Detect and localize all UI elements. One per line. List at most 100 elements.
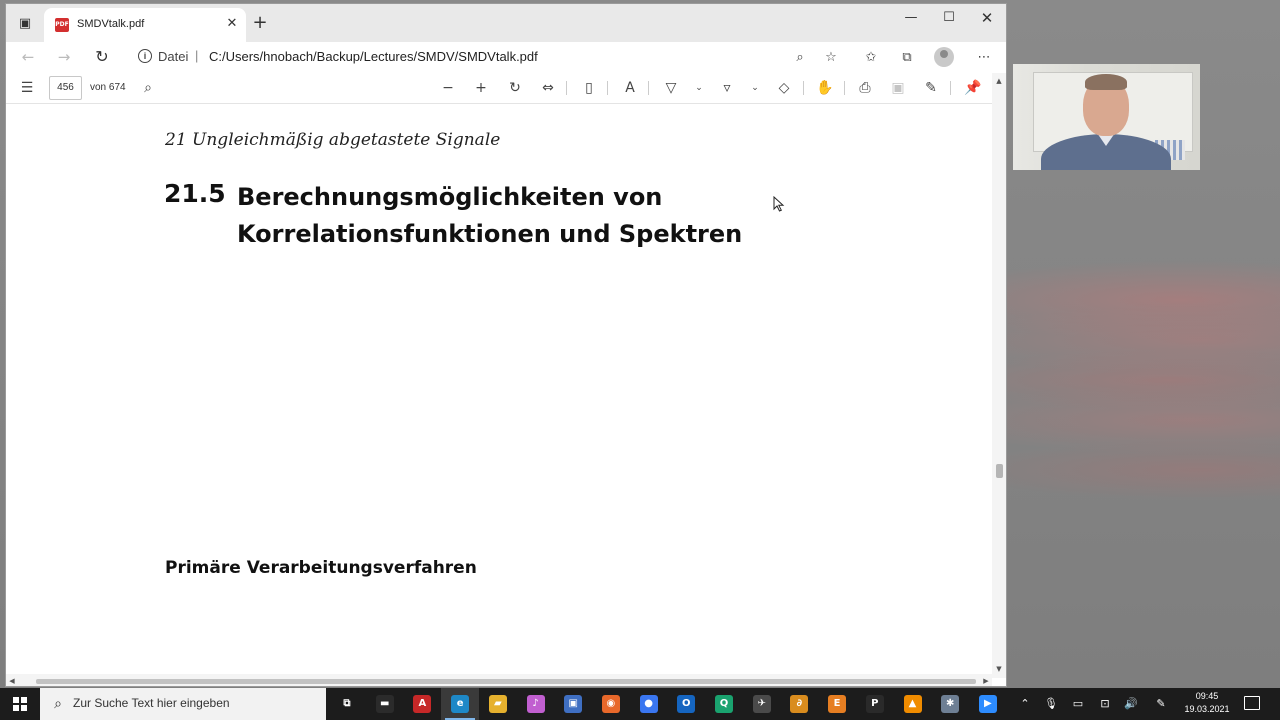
favorites-icon[interactable]: ✩ [861,48,881,68]
horizontal-scroll-thumb[interactable] [36,679,976,684]
refresh-icon[interactable]: ↻ [90,46,114,68]
url-path[interactable]: C:/Users/hnobach/Backup/Lectures/SMDV/SM… [209,49,538,64]
highlight-options-chevron-icon[interactable]: ⌄ [744,78,766,98]
tab-smdvtalk[interactable]: PDF SMDVtalk.pdf ✕ [44,8,246,42]
network-icon[interactable]: ⊡ [1097,696,1113,712]
taskbar-app-e-app[interactable]: E [818,688,856,720]
taskbar-app-terminal[interactable]: ▬ [366,688,404,720]
show-hidden-icons-icon[interactable]: ⌃ [1017,696,1033,712]
draw-icon[interactable]: ▽ [660,78,682,98]
toolbar-divider [607,81,608,95]
print-icon[interactable]: ⎙ [854,78,876,98]
taskbar-app-gear-app[interactable]: ✱ [931,688,969,720]
taskbar-app-green-app[interactable]: Q [705,688,743,720]
webcam-overlay [1013,64,1200,170]
rotate-icon[interactable]: ↻ [504,78,526,98]
forward-icon[interactable]: → [52,46,76,68]
file-explorer-icon: ▰ [488,695,507,713]
scroll-left-icon[interactable]: ◀ [6,674,18,686]
zoom-indicator-icon[interactable]: ⌕ [790,48,810,68]
touch-hand-icon[interactable]: ✋ [814,78,836,98]
tab-close-icon[interactable]: ✕ [224,16,240,32]
pen-icon[interactable]: ✎ [1153,696,1169,712]
maximize-button[interactable]: ☐ [930,4,968,32]
taskbar-app-edge[interactable]: e [441,688,480,720]
info-icon[interactable]: i [138,49,152,63]
acrobat-icon: A [413,695,432,713]
page-view-icon[interactable]: ▯ [578,78,600,98]
mouse-cursor-icon [773,196,785,212]
section-title: Berechnungsmöglichkeiten von Korrelation… [237,179,797,253]
taskbar-search-input[interactable]: ⌕ Zur Suche Text hier eingeben [40,688,326,720]
taskbar-app-file-explorer[interactable]: ▰ [479,688,517,720]
back-icon[interactable]: ← [16,46,40,68]
search-icon[interactable]: ⌕ [137,78,159,98]
collections-icon[interactable]: ⧉ [897,48,917,68]
taskbar-app-link-app[interactable]: ∂ [780,688,818,720]
start-button[interactable] [0,688,40,720]
taskbar-app-itunes[interactable]: ♪ [517,688,555,720]
scroll-right-icon[interactable]: ▶ [980,674,992,686]
url-field[interactable]: i Datei | C:/Users/hnobach/Backup/Lectur… [128,44,818,70]
toolbar-divider [803,81,804,95]
presenter-hair [1085,74,1127,90]
link-app-icon: ∂ [790,695,809,713]
draw-options-chevron-icon[interactable]: ⌄ [688,78,710,98]
taskbar: ⌕ Zur Suche Text hier eingeben ⧉ ▬ Ae ▰ ♪ ▣ ◉ ●… [0,688,1280,720]
edge-icon: e [451,695,470,713]
horizontal-scrollbar[interactable]: ◀ ▶ [6,674,992,686]
save-app-icon: ▣ [564,695,583,713]
browser-window: ▣ PDF SMDVtalk.pdf ✕ + — ☐ ✕ ← → ↻ i Dat… [5,3,1007,687]
scroll-up-icon[interactable]: ▲ [992,75,1006,87]
eraser-icon[interactable]: ◇ [773,78,795,98]
search-icon: ⌕ [54,696,62,712]
green-app-icon: Q [715,695,733,713]
vlc-icon: ▲ [903,695,922,713]
microphone-icon[interactable]: 🎙 [1043,696,1059,712]
pdf-viewport[interactable]: 21 Ungleichmäßig abgetastete Signale 21.… [6,105,988,678]
windows-logo-icon [13,697,27,711]
minimize-button[interactable]: — [892,4,930,32]
taskbar-app-signal[interactable]: ● [630,688,668,720]
taskbar-app-tool-app[interactable]: ✈ [743,688,781,720]
taskbar-app-outlook[interactable]: O [667,688,705,720]
add-favorite-icon[interactable]: ☆ [821,48,841,68]
pin-toolbar-icon[interactable]: 📌 [962,78,984,98]
gear-app-icon: ✱ [941,695,960,713]
profile-avatar[interactable] [934,47,954,67]
zoom-in-icon[interactable]: + [470,78,492,98]
zoom-out-icon[interactable]: − [437,78,459,98]
taskbar-app-save-app[interactable]: ▣ [554,688,592,720]
close-window-button[interactable]: ✕ [968,4,1006,32]
notifications-icon[interactable] [1244,696,1260,710]
taskbar-app-firefox[interactable]: ◉ [592,688,630,720]
read-aloud-icon[interactable]: A [619,78,641,98]
fit-to-width-icon[interactable]: ⇔ [537,78,559,98]
vertical-scroll-thumb[interactable] [996,464,1003,478]
outlook-icon: O [677,695,696,713]
taskbar-app-p-app[interactable]: P [856,688,894,720]
taskbar-app-zoom[interactable]: ▶ [969,688,1007,720]
toolbar-divider [648,81,649,95]
scroll-down-icon[interactable]: ▼ [992,663,1006,675]
battery-icon[interactable]: ▭ [1070,696,1086,712]
taskbar-app-task-view[interactable]: ⧉ [328,688,366,720]
task-view-icon: ⧉ [338,695,356,713]
clock[interactable]: 09:45 19.03.2021 [1180,690,1234,716]
page-number-input[interactable]: 456 [49,76,82,100]
title-bar: ▣ PDF SMDVtalk.pdf ✕ + — ☐ ✕ [6,4,1006,42]
save-as-icon[interactable]: ✎ [920,78,942,98]
more-options-icon[interactable]: ⋯ [974,48,994,68]
url-separator: | [195,48,199,63]
vertical-scrollbar[interactable]: ▲ ▼ [992,73,1006,678]
table-of-contents-icon[interactable]: ☰ [16,78,38,98]
toolbar-divider [844,81,845,95]
new-tab-button[interactable]: + [251,14,269,32]
volume-icon[interactable]: 🔊 [1123,696,1139,712]
highlight-icon[interactable]: ▿ [716,78,738,98]
taskbar-app-acrobat[interactable]: A [403,688,441,720]
tab-actions-icon[interactable]: ▣ [16,15,34,33]
section-title-line: Korrelationsfunktionen und Spektren [237,220,743,248]
taskbar-app-vlc[interactable]: ▲ [894,688,932,720]
save-icon[interactable]: ▣ [887,78,909,98]
